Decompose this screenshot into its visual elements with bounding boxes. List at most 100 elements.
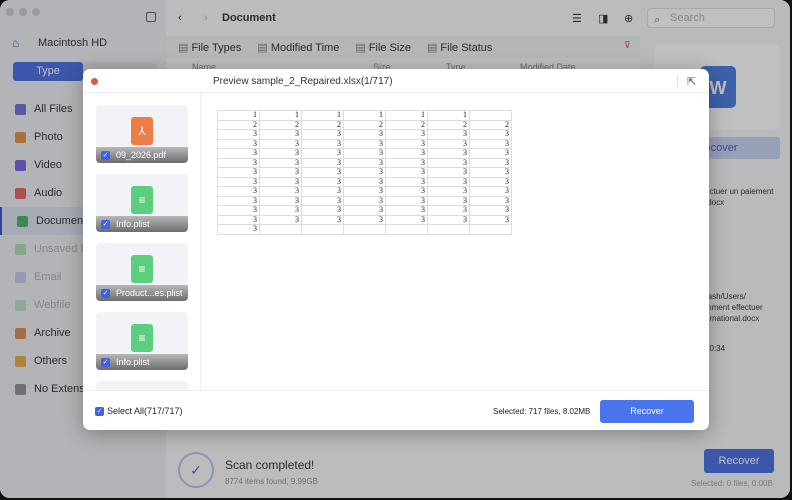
sheet-cell: 3	[469, 138, 512, 149]
sheet-cell: 3	[259, 195, 302, 206]
thumbnail-name: Product...es.plist	[116, 288, 183, 298]
dialog-header: Preview sample_2_Repaired.xlsx(1/717) ⇱	[83, 69, 709, 93]
sheet-cell: 3	[301, 157, 344, 168]
sheet-cell	[427, 224, 470, 235]
dialog-footer: ✓ Select All(717/717) Selected: 717 files…	[83, 390, 709, 430]
sheet-cell: 3	[259, 138, 302, 149]
sheet-cell: 3	[385, 167, 428, 178]
sheet-cell	[469, 110, 512, 121]
sheet-cell: 3	[217, 195, 260, 206]
sheet-cell: 3	[301, 148, 344, 159]
preview-dialog: Preview sample_2_Repaired.xlsx(1/717) ⇱ …	[83, 69, 709, 430]
sheet-row: 2222222	[217, 119, 512, 130]
sheet-cell: 2	[469, 119, 512, 130]
sheet-cell: 3	[259, 186, 302, 197]
sheet-cell: 3	[469, 186, 512, 197]
sheet-cell: 3	[217, 224, 260, 235]
sheet-cell: 3	[343, 176, 386, 187]
thumbnail-item[interactable]	[96, 381, 188, 390]
sheet-cell: 3	[343, 214, 386, 225]
document-file-icon: ≡	[131, 324, 153, 352]
spreadsheet-preview: 1111112222222333333333333333333333333333…	[217, 110, 512, 235]
sheet-cell: 3	[217, 214, 260, 225]
thumbnail-caption: ✓ Product...es.plist	[96, 285, 188, 301]
sheet-cell: 3	[427, 186, 470, 197]
sheet-cell: 1	[259, 110, 302, 121]
sheet-row: 3333333	[217, 195, 512, 206]
thumbnail-caption: ✓ Info.plist	[96, 216, 188, 232]
checkbox-checked-icon: ✓	[95, 406, 104, 416]
sheet-cell: 3	[259, 167, 302, 178]
thumbnail-caption: ✓ Info.plist	[96, 354, 188, 370]
select-all-label: Select All(717/717)	[107, 406, 183, 416]
select-all-checkbox[interactable]: ✓ Select All(717/717)	[95, 406, 183, 416]
sheet-cell	[343, 224, 386, 235]
sheet-row: 3333333	[217, 129, 512, 140]
sheet-cell: 3	[301, 186, 344, 197]
sheet-cell: 3	[343, 195, 386, 206]
thumbnail-item[interactable]: ≡ ✓ Info.plist	[96, 312, 188, 370]
app-window: ⌂ Macintosh HD Type All Files Photo Video A…	[0, 0, 790, 498]
sheet-cell: 1	[343, 110, 386, 121]
sheet-cell: 1	[427, 110, 470, 121]
sheet-cell: 1	[301, 110, 344, 121]
sheet-cell: 3	[469, 167, 512, 178]
divider	[677, 75, 678, 87]
thumbnail-item[interactable]: ⅄ ✓ 09_2026.pdf	[96, 105, 188, 163]
sheet-cell: 3	[427, 195, 470, 206]
sheet-cell: 3	[301, 195, 344, 206]
pdf-file-icon: ⅄	[131, 117, 153, 145]
sheet-cell: 3	[259, 205, 302, 216]
sheet-cell	[385, 224, 428, 235]
sheet-cell: 3	[385, 205, 428, 216]
thumbnail-name: 09_2026.pdf	[116, 150, 167, 160]
sheet-cell: 3	[427, 205, 470, 216]
sheet-row: 3333333	[217, 176, 512, 187]
thumbnail-item[interactable]: ≡ ✓ Info.plist	[96, 174, 188, 232]
thumbnail-name: Info.plist	[116, 357, 150, 367]
sheet-cell: 3	[217, 186, 260, 197]
dialog-recover-button[interactable]: Recover	[600, 400, 694, 423]
sheet-cell: 3	[385, 148, 428, 159]
sheet-cell: 3	[469, 157, 512, 168]
sheet-cell: 1	[217, 110, 260, 121]
sheet-row: 3333333	[217, 205, 512, 216]
sheet-cell: 2	[259, 119, 302, 130]
thumbnail-list[interactable]: ⅄ ✓ 09_2026.pdf ≡ ✓ Info.plist ≡ ✓ Product...es.…	[83, 93, 201, 390]
sheet-cell	[469, 224, 512, 235]
dialog-title: Preview sample_2_Repaired.xlsx(1/717)	[213, 76, 393, 87]
thumbnail-caption: ✓ 09_2026.pdf	[96, 147, 188, 163]
thumbnail-item[interactable]: ≡ ✓ Product...es.plist	[96, 243, 188, 301]
thumbnail-checkbox[interactable]: ✓	[101, 358, 110, 367]
sheet-cell: 2	[343, 119, 386, 130]
sheet-cell: 3	[469, 205, 512, 216]
selected-count: Selected: 717 files, 8.02MB	[493, 407, 591, 416]
sheet-cell: 3	[343, 157, 386, 168]
sheet-cell: 3	[301, 205, 344, 216]
sheet-cell: 3	[385, 195, 428, 206]
thumbnail-checkbox[interactable]: ✓	[101, 151, 110, 160]
close-button[interactable]	[91, 78, 98, 85]
thumbnail-checkbox[interactable]: ✓	[101, 289, 110, 298]
sheet-row: 111111	[217, 110, 512, 121]
thumbnail-checkbox[interactable]: ✓	[101, 220, 110, 229]
sheet-row: 3333333	[217, 148, 512, 159]
sheet-cell: 3	[217, 138, 260, 149]
sheet-cell: 3	[259, 148, 302, 159]
sheet-cell: 2	[385, 119, 428, 130]
sheet-cell: 3	[385, 129, 428, 140]
sheet-cell: 3	[301, 129, 344, 140]
sheet-cell: 2	[217, 119, 260, 130]
sheet-cell: 3	[259, 214, 302, 225]
sheet-cell: 3	[217, 205, 260, 216]
document-file-icon: ≡	[131, 255, 153, 283]
sheet-cell: 3	[217, 129, 260, 140]
sheet-cell: 2	[427, 119, 470, 130]
sheet-cell: 3	[427, 148, 470, 159]
sheet-cell: 3	[469, 148, 512, 159]
sheet-cell: 1	[385, 110, 428, 121]
sheet-cell: 3	[217, 176, 260, 187]
sheet-cell: 3	[385, 186, 428, 197]
sheet-cell: 3	[301, 176, 344, 187]
export-icon[interactable]: ⇱	[687, 75, 696, 88]
